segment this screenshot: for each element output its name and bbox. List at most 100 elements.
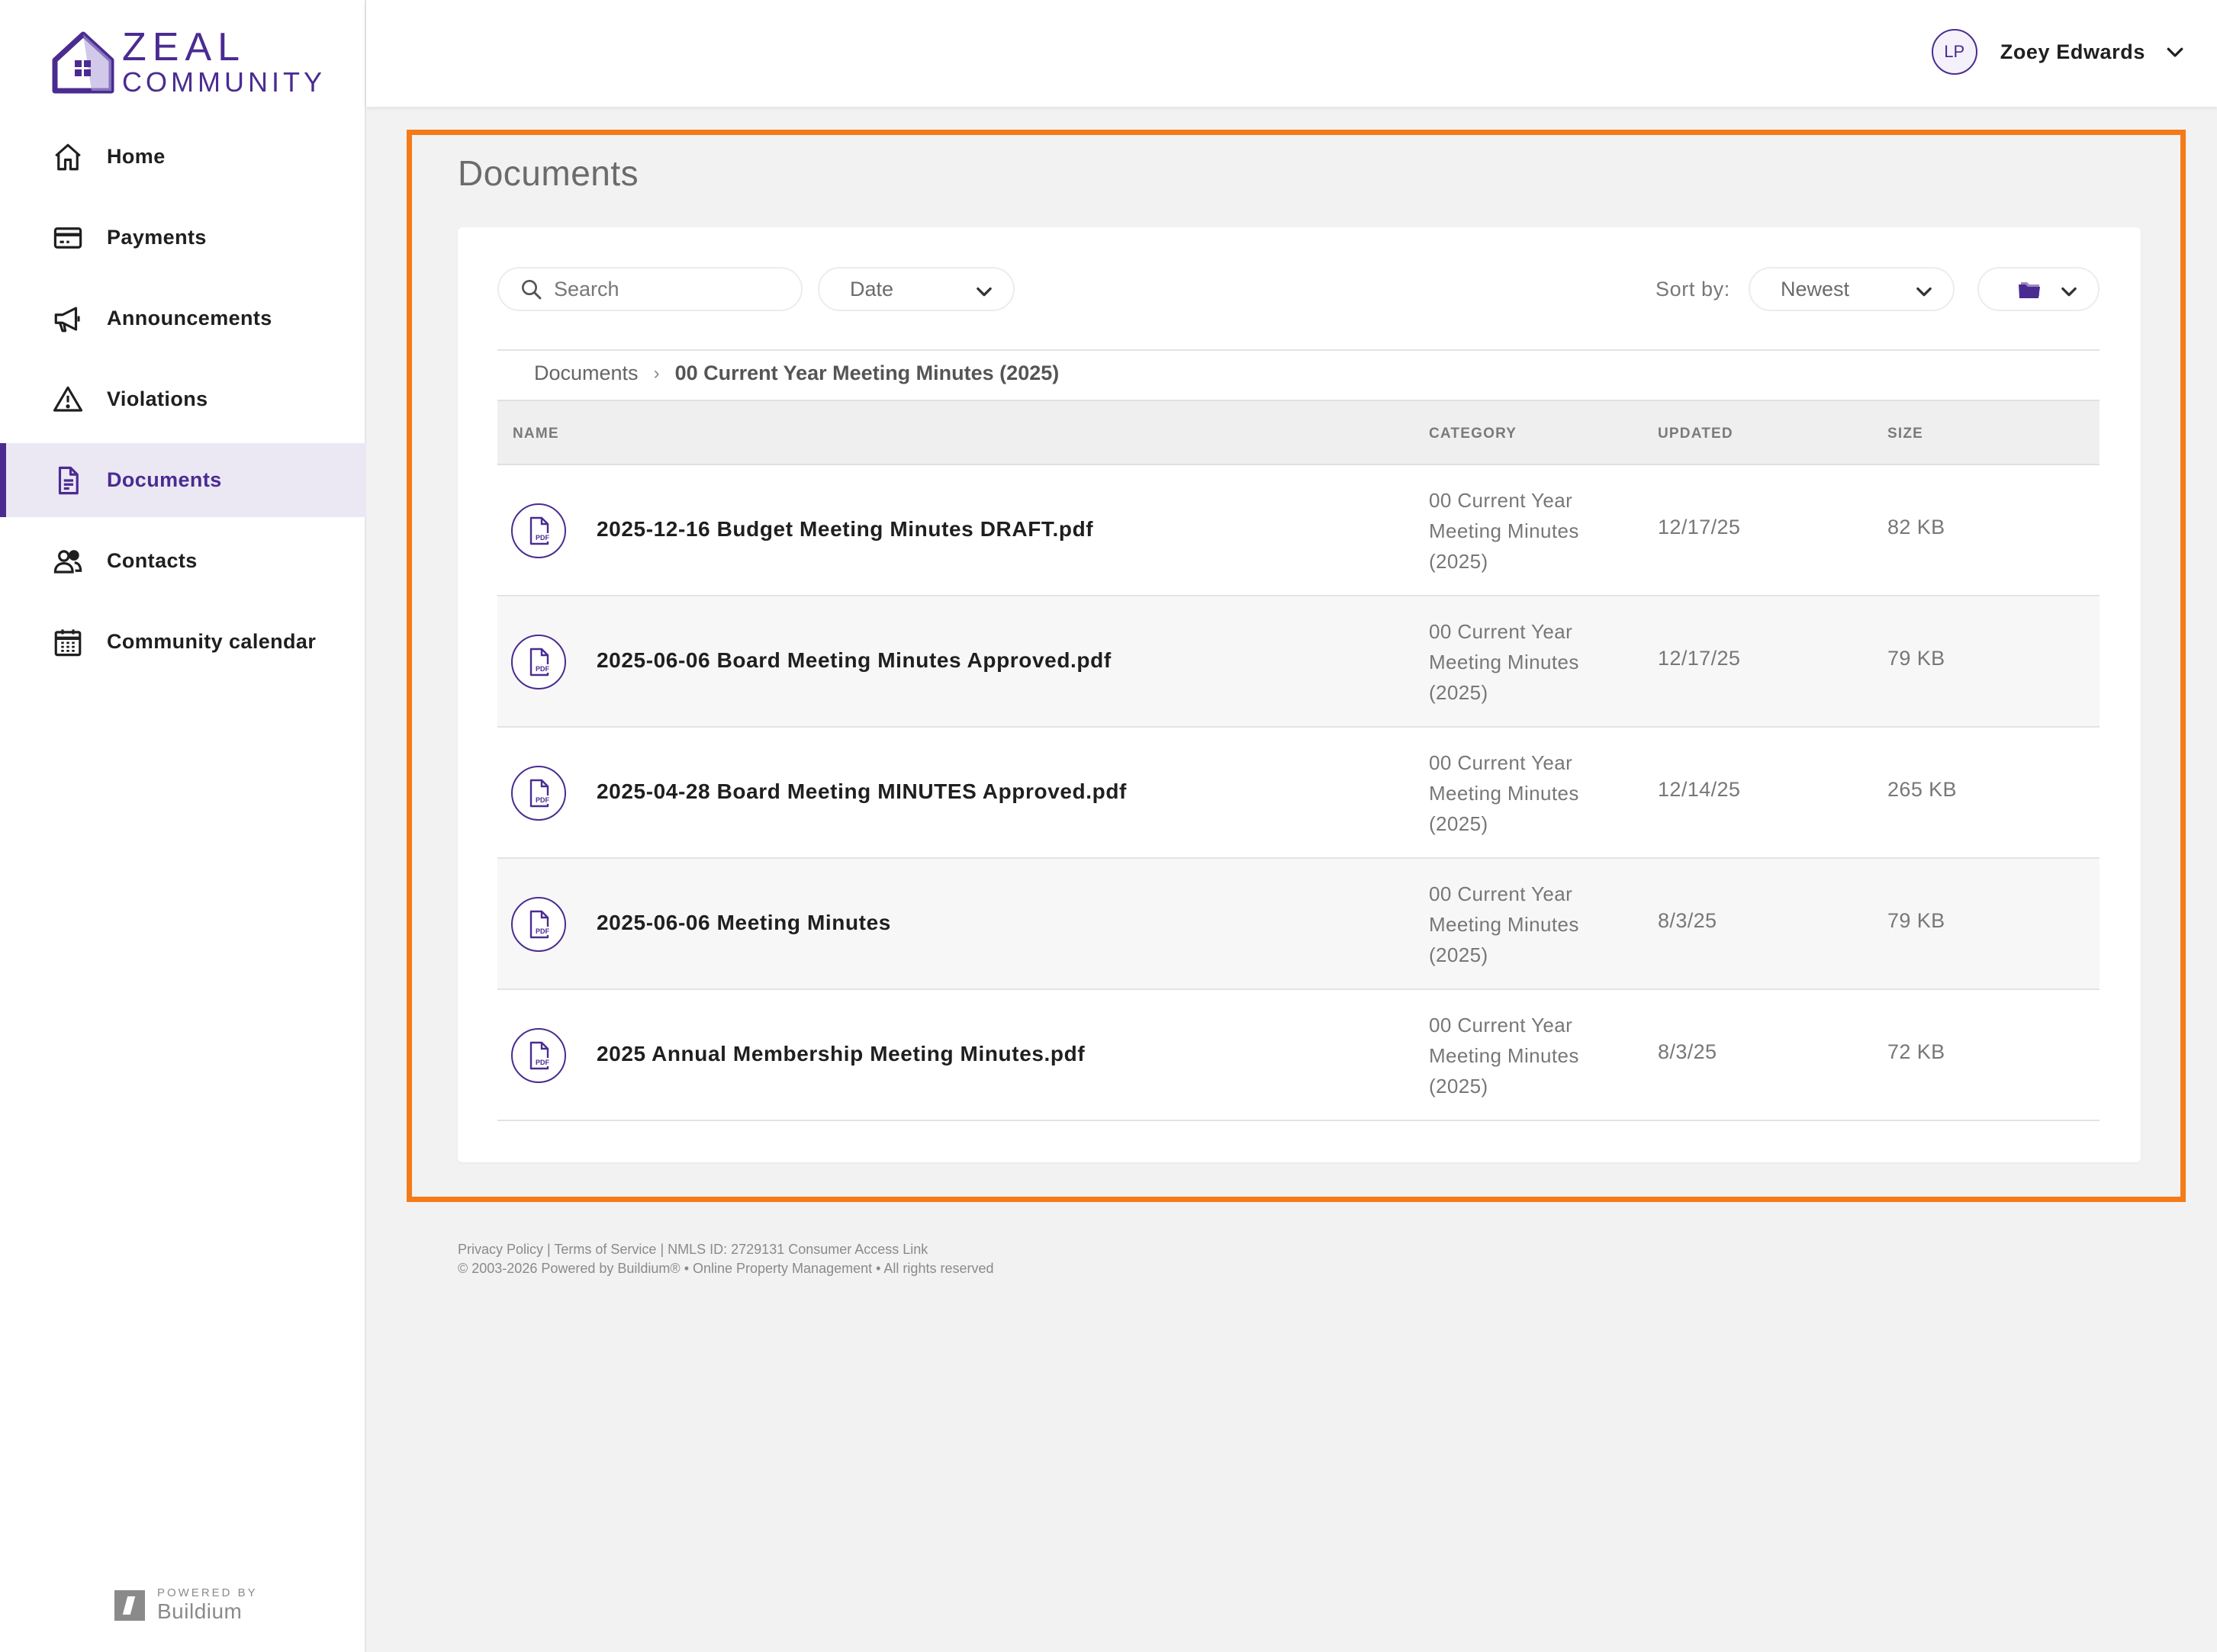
search-box[interactable]	[497, 267, 803, 311]
category-line: Meeting Minutes	[1429, 1044, 1579, 1067]
category-line: 00 Current Year	[1429, 489, 1573, 512]
category-line: 00 Current Year	[1429, 620, 1573, 643]
documents-card: Date Sort by: Newest Documents › 00 Curr…	[458, 227, 2141, 1162]
user-menu[interactable]: LP Zoey Edwards	[1931, 29, 2186, 75]
document-icon	[52, 464, 84, 497]
sidebar-item-label: Community calendar	[107, 630, 317, 653]
sidebar-nav: Home Payments Announcements Violations D…	[0, 120, 366, 686]
category-line: 00 Current Year	[1429, 1014, 1573, 1037]
category-line: Meeting Minutes	[1429, 519, 1579, 542]
file-size: 79 KB	[1887, 909, 1945, 932]
user-name[interactable]: Zoey Edwards	[2000, 40, 2145, 64]
credit-card-icon	[52, 222, 84, 254]
search-icon	[522, 280, 542, 300]
copyright-text: © 2003-2026 Powered by Buildium® • Onlin…	[458, 1261, 994, 1276]
file-category: 00 Current Year Meeting Minutes (2025)	[1429, 485, 1627, 577]
table-row[interactable]: PDF 2025-06-06 Meeting Minutes 00 Curren…	[497, 859, 2100, 990]
file-name[interactable]: 2025 Annual Membership Meeting Minutes.p…	[597, 1042, 1085, 1066]
sidebar-item-label: Contacts	[107, 549, 198, 572]
file-name[interactable]: 2025-12-16 Budget Meeting Minutes DRAFT.…	[597, 517, 1093, 542]
svg-text:PDF: PDF	[536, 796, 550, 804]
column-header-category[interactable]: CATEGORY	[1429, 426, 1517, 442]
file-updated-date: 12/17/25	[1658, 516, 1741, 538]
column-header-name[interactable]: NAME	[513, 426, 559, 442]
sidebar-item-documents[interactable]: Documents	[0, 443, 366, 517]
file-name[interactable]: 2025-06-06 Meeting Minutes	[597, 911, 891, 935]
folder-dropdown[interactable]	[1977, 267, 2100, 311]
sidebar-item-label: Home	[107, 145, 166, 168]
table-header: NAME CATEGORY UPDATED SIZE	[497, 400, 2100, 465]
breadcrumb: Documents › 00 Current Year Meeting Minu…	[534, 362, 1059, 385]
logo-word-community: COMMUNITY	[122, 66, 326, 98]
column-header-updated[interactable]: UPDATED	[1658, 426, 1733, 442]
search-input[interactable]	[554, 277, 783, 301]
sort-by-label: Sort by:	[1656, 278, 1730, 301]
svg-text:PDF: PDF	[536, 534, 550, 542]
divider	[497, 349, 2100, 351]
file-category: 00 Current Year Meeting Minutes (2025)	[1429, 1010, 1627, 1101]
category-line: 00 Current Year	[1429, 751, 1573, 774]
contacts-icon	[52, 545, 84, 577]
column-header-size[interactable]: SIZE	[1887, 426, 1923, 442]
category-line: (2025)	[1429, 943, 1488, 966]
pdf-file-icon: PDF	[511, 1028, 566, 1083]
table-row[interactable]: PDF 2025-06-06 Board Meeting Minutes App…	[497, 596, 2100, 728]
consumer-access-link[interactable]: Consumer Access Link	[788, 1242, 928, 1257]
table-row[interactable]: PDF 2025 Annual Membership Meeting Minut…	[497, 990, 2100, 1121]
zeal-community-logo[interactable]: ZEAL COMMUNITY	[52, 27, 326, 96]
sidebar-item-label: Announcements	[107, 307, 272, 329]
powered-by-label: POWERED BY	[157, 1586, 258, 1599]
avatar[interactable]: LP	[1931, 29, 1977, 75]
svg-text:PDF: PDF	[536, 665, 550, 673]
privacy-policy-link[interactable]: Privacy Policy	[458, 1242, 543, 1257]
pdf-file-icon: PDF	[511, 766, 566, 821]
page-title: Documents	[458, 153, 639, 193]
chevron-down-icon[interactable]	[2164, 40, 2186, 63]
sidebar-item-violations[interactable]: Violations	[0, 362, 366, 436]
category-line: Meeting Minutes	[1429, 651, 1579, 673]
nmls-id-text: NMLS ID: 2729131	[668, 1242, 785, 1257]
powered-by-buildium[interactable]: POWERED BY Buildium	[114, 1586, 258, 1624]
sidebar-item-payments[interactable]: Payments	[0, 201, 366, 275]
sort-dropdown[interactable]: Newest	[1749, 267, 1955, 311]
file-name[interactable]: 2025-06-06 Board Meeting Minutes Approve…	[597, 648, 1112, 673]
file-category: 00 Current Year Meeting Minutes (2025)	[1429, 616, 1627, 708]
terms-of-service-link[interactable]: Terms of Service	[554, 1242, 656, 1257]
sidebar-item-announcements[interactable]: Announcements	[0, 281, 366, 355]
category-line: (2025)	[1429, 550, 1488, 573]
file-updated-date: 8/3/25	[1658, 909, 1717, 932]
file-size: 82 KB	[1887, 516, 1945, 538]
breadcrumb-current: 00 Current Year Meeting Minutes (2025)	[674, 362, 1060, 384]
pdf-file-icon: PDF	[511, 503, 566, 558]
sidebar-item-contacts[interactable]: Contacts	[0, 524, 366, 598]
sort-value: Newest	[1781, 277, 1850, 301]
chevron-down-icon	[1916, 287, 1932, 297]
file-name[interactable]: 2025-04-28 Board Meeting MINUTES Approve…	[597, 779, 1127, 804]
pdf-file-icon: PDF	[511, 635, 566, 689]
file-size: 265 KB	[1887, 778, 1957, 801]
category-line: (2025)	[1429, 681, 1488, 704]
megaphone-icon	[52, 303, 84, 335]
sidebar-item-community-calendar[interactable]: Community calendar	[0, 605, 366, 679]
date-filter-dropdown[interactable]: Date	[818, 267, 1015, 311]
breadcrumb-documents-link[interactable]: Documents	[534, 362, 639, 385]
chevron-down-icon	[2061, 287, 2077, 297]
file-size: 79 KB	[1887, 647, 1945, 670]
file-category: 00 Current Year Meeting Minutes (2025)	[1429, 747, 1627, 839]
footer-links: Privacy Policy | Terms of Service | NMLS…	[458, 1242, 928, 1257]
file-updated-date: 12/14/25	[1658, 778, 1741, 801]
sidebar-item-home[interactable]: Home	[0, 120, 366, 194]
date-filter-value: Date	[850, 277, 894, 301]
category-line: Meeting Minutes	[1429, 782, 1579, 805]
logo-word-zeal: ZEAL	[122, 25, 246, 69]
table-row[interactable]: PDF 2025-04-28 Board Meeting MINUTES App…	[497, 728, 2100, 859]
document-list: PDF 2025-12-16 Budget Meeting Minutes DR…	[497, 465, 2100, 1121]
top-bar: LP Zoey Edwards	[366, 0, 2217, 107]
footer: Privacy Policy | Terms of Service | NMLS…	[458, 1240, 993, 1278]
sidebar-item-label: Payments	[107, 226, 207, 249]
category-line: (2025)	[1429, 812, 1488, 835]
category-line: Meeting Minutes	[1429, 913, 1579, 936]
buildium-logo-icon	[114, 1589, 145, 1621]
buildium-wordmark: Buildium	[157, 1599, 243, 1623]
table-row[interactable]: PDF 2025-12-16 Budget Meeting Minutes DR…	[497, 465, 2100, 596]
